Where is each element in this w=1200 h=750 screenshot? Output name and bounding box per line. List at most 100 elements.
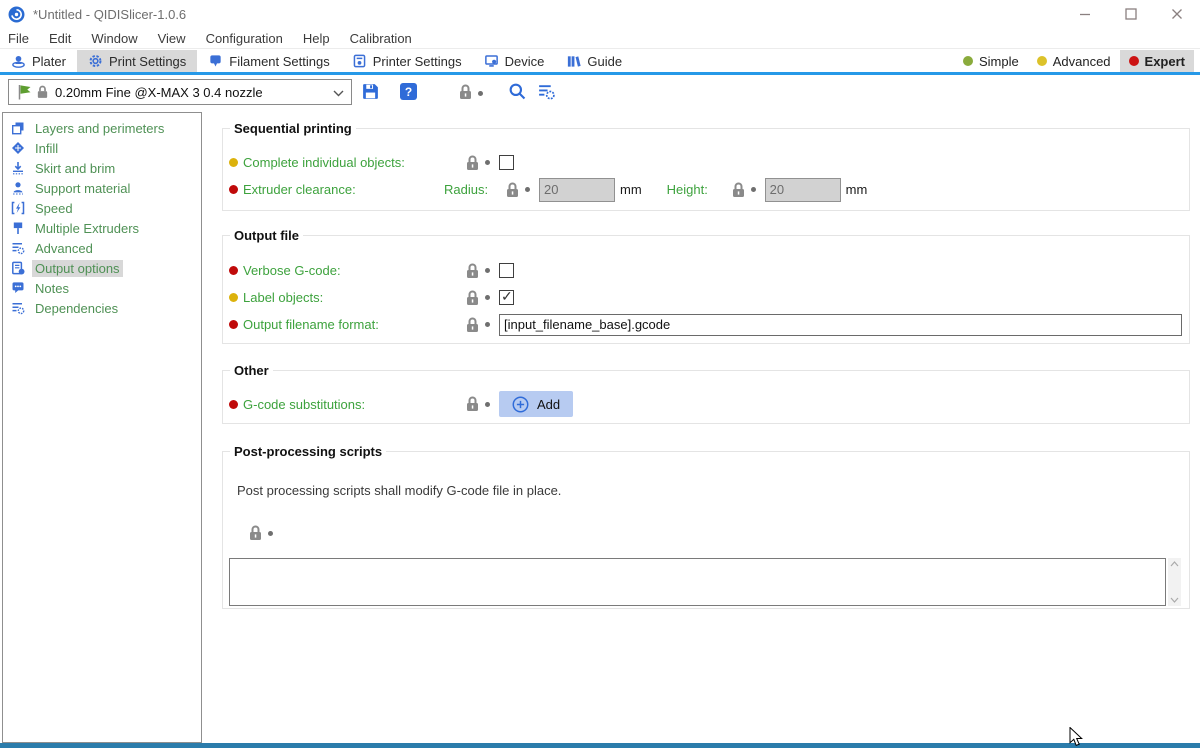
sidebar-item-infill[interactable]: Infill bbox=[3, 138, 201, 158]
preset-flag-icon bbox=[16, 83, 34, 101]
option-label: G-code substitutions: bbox=[243, 397, 365, 412]
bullet-dot-icon bbox=[485, 402, 490, 407]
sidebar-item-speed[interactable]: Speed bbox=[3, 198, 201, 218]
sidebar-item-advanced[interactable]: Advanced bbox=[3, 238, 201, 258]
maximize-button[interactable] bbox=[1108, 0, 1154, 28]
sidebar-item-dependencies[interactable]: Dependencies bbox=[3, 298, 201, 318]
tab-printer-settings[interactable]: Printer Settings bbox=[341, 50, 473, 72]
lock-icon[interactable] bbox=[466, 396, 479, 412]
verbose-gcode-checkbox[interactable] bbox=[499, 263, 514, 278]
infill-icon bbox=[10, 141, 25, 156]
sidebar-item-label: Dependencies bbox=[32, 300, 121, 317]
menu-bar: File Edit Window View Configuration Help… bbox=[0, 28, 1200, 49]
modified-dot-icon bbox=[229, 158, 238, 167]
tab-guide[interactable]: Guide bbox=[555, 50, 633, 72]
mode-expert[interactable]: Expert bbox=[1120, 50, 1194, 72]
complete-individual-objects-checkbox[interactable] bbox=[499, 155, 514, 170]
plus-circle-icon bbox=[512, 396, 529, 413]
output-filename-format-input[interactable] bbox=[499, 314, 1182, 336]
add-substitution-button[interactable]: Add bbox=[499, 391, 573, 417]
menu-configuration[interactable]: Configuration bbox=[196, 31, 293, 46]
simple-mode-dot-icon bbox=[963, 56, 973, 66]
menu-window[interactable]: Window bbox=[81, 31, 147, 46]
sidebar-item-skirt-and-brim[interactable]: Skirt and brim bbox=[3, 158, 201, 178]
lock-icon[interactable] bbox=[506, 182, 519, 198]
option-label: Output filename format: bbox=[243, 317, 379, 332]
sidebar-item-label: Layers and perimeters bbox=[32, 120, 167, 137]
modified-dot-icon bbox=[229, 400, 238, 409]
tab-label: Filament Settings bbox=[229, 54, 329, 69]
radius-unit: mm bbox=[620, 182, 642, 197]
preset-name: 0.20mm Fine @X-MAX 3 0.4 nozzle bbox=[55, 85, 263, 100]
bullet-dot-icon bbox=[478, 91, 483, 96]
option-label: Verbose G-code: bbox=[243, 263, 341, 278]
menu-edit[interactable]: Edit bbox=[39, 31, 81, 46]
tab-plater[interactable]: Plater bbox=[0, 50, 77, 72]
height-label: Height: bbox=[667, 182, 732, 197]
lock-icon[interactable] bbox=[466, 155, 479, 171]
lock-icon[interactable] bbox=[466, 290, 479, 306]
sidebar-item-layers-and-perimeters[interactable]: Layers and perimeters bbox=[3, 118, 201, 138]
label-objects-checkbox[interactable] bbox=[499, 290, 514, 305]
post-processing-scripts-textarea[interactable] bbox=[229, 558, 1166, 606]
close-button[interactable] bbox=[1154, 0, 1200, 28]
preset-dropdown[interactable]: 0.20mm Fine @X-MAX 3 0.4 nozzle bbox=[8, 79, 352, 105]
section-other: Other G-code substitutions: Add bbox=[222, 363, 1190, 424]
tab-filament-settings[interactable]: Filament Settings bbox=[197, 50, 340, 72]
title-bar: *Untitled - QIDISlicer-1.0.6 bbox=[0, 0, 1200, 28]
sidebar-item-support-material[interactable]: Support material bbox=[3, 178, 201, 198]
save-preset-button[interactable] bbox=[361, 82, 380, 104]
dependencies-gear-icon bbox=[10, 301, 25, 316]
tab-label: Plater bbox=[32, 54, 66, 69]
sidebar-item-label: Skirt and brim bbox=[32, 160, 118, 177]
textarea-scrollbar[interactable] bbox=[1168, 558, 1181, 606]
guide-books-icon bbox=[566, 54, 581, 69]
extruder-pin-icon bbox=[10, 221, 25, 236]
bullet-dot-icon bbox=[485, 268, 490, 273]
section-sequential-printing: Sequential printing Complete individual … bbox=[222, 121, 1190, 211]
chevron-down-icon bbox=[333, 85, 344, 100]
search-button[interactable] bbox=[508, 82, 527, 104]
mode-advanced[interactable]: Advanced bbox=[1028, 50, 1120, 72]
plater-icon bbox=[11, 54, 26, 69]
lock-icon[interactable] bbox=[249, 525, 262, 541]
menu-file[interactable]: File bbox=[8, 31, 39, 46]
height-input[interactable] bbox=[765, 178, 841, 202]
sidebar-item-label: Infill bbox=[32, 140, 61, 157]
bullet-dot-icon bbox=[485, 295, 490, 300]
minimize-button[interactable] bbox=[1062, 0, 1108, 28]
settings-sidebar: Layers and perimeters Infill Skirt and b… bbox=[2, 112, 202, 743]
scroll-up-icon[interactable] bbox=[1170, 561, 1179, 567]
radius-input[interactable] bbox=[539, 178, 615, 202]
sidebar-item-output-options[interactable]: Output options bbox=[3, 258, 201, 278]
lock-icon[interactable] bbox=[466, 263, 479, 279]
tab-print-settings[interactable]: Print Settings bbox=[77, 50, 197, 72]
lock-icon[interactable] bbox=[459, 84, 472, 103]
tab-device[interactable]: Device bbox=[473, 50, 556, 72]
menu-calibration[interactable]: Calibration bbox=[340, 31, 422, 46]
mode-switcher: Simple Advanced Expert bbox=[954, 50, 1200, 72]
bullet-dot-icon bbox=[485, 322, 490, 327]
speed-icon bbox=[10, 201, 25, 216]
compare-settings-button[interactable] bbox=[537, 82, 556, 104]
section-output-file: Output file Verbose G-code: Label object… bbox=[222, 228, 1190, 344]
menu-help[interactable]: Help bbox=[293, 31, 340, 46]
help-button[interactable] bbox=[400, 83, 417, 100]
bullet-dot-icon bbox=[485, 160, 490, 165]
lock-icon[interactable] bbox=[732, 182, 745, 198]
mode-simple[interactable]: Simple bbox=[954, 50, 1028, 72]
option-label: Label objects: bbox=[243, 290, 323, 305]
expert-mode-dot-icon bbox=[1129, 56, 1139, 66]
bullet-dot-icon bbox=[751, 187, 756, 192]
window-bottom-edge bbox=[0, 743, 1200, 748]
modified-dot-icon bbox=[229, 293, 238, 302]
sidebar-item-notes[interactable]: Notes bbox=[3, 278, 201, 298]
layers-icon bbox=[10, 121, 25, 136]
height-unit: mm bbox=[846, 182, 868, 197]
lock-icon[interactable] bbox=[466, 317, 479, 333]
preset-lock-icon bbox=[37, 85, 48, 99]
menu-view[interactable]: View bbox=[148, 31, 196, 46]
scroll-down-icon[interactable] bbox=[1170, 597, 1179, 603]
bullet-dot-icon bbox=[268, 531, 273, 536]
sidebar-item-multiple-extruders[interactable]: Multiple Extruders bbox=[3, 218, 201, 238]
